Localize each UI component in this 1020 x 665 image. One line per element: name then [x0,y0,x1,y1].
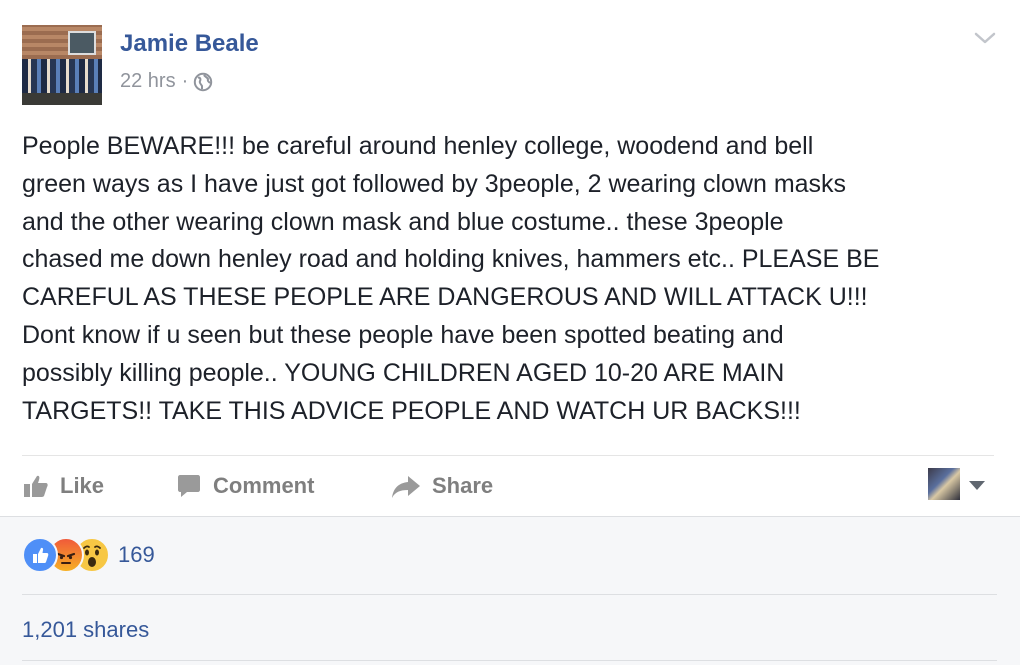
divider [22,660,997,661]
divider [22,455,994,456]
post-body: People BEWARE!!! be careful around henle… [22,128,997,430]
reaction-count[interactable]: 169 [118,542,155,568]
avatar-ground [22,93,102,105]
post-meta: 22 hrs · [120,70,213,93]
post-body-line: People BEWARE!!! be careful around henle… [22,132,814,160]
comment-label: Comment [213,473,315,498]
page-selector-avatar[interactable] [928,468,960,500]
share-arrow-icon [392,476,420,498]
divider [22,594,997,595]
thumbs-up-icon [24,475,48,497]
like-reaction-icon [22,537,58,573]
comment-button[interactable]: Comment [175,468,314,504]
post-body-line: TARGETS!! TAKE THIS ADVICE PEOPLE AND WA… [22,396,801,425]
reactions-summary[interactable]: 169 [22,537,155,573]
like-label: Like [60,473,105,498]
author-name[interactable]: Jamie Beale [120,30,259,58]
share-button[interactable]: Share [390,468,493,504]
globe-icon[interactable] [193,72,213,92]
post-body-line: Dont know if u seen but these people hav… [22,320,784,349]
comment-icon [178,475,200,497]
post-body-line: CAREFUL AS THESE PEOPLE ARE DANGEROUS AN… [22,283,868,312]
post-timestamp[interactable]: 22 hrs [120,70,176,93]
meta-separator: · [181,70,189,92]
avatar-window [68,31,96,55]
facebook-post: Jamie Beale 22 hrs · People BEWARE!!! be… [0,0,1020,665]
like-button[interactable]: Like [22,468,104,504]
post-body-line: green ways as I have just got followed b… [22,169,847,198]
caret-down-icon[interactable] [967,479,987,491]
shares-count[interactable]: 1,201 shares [22,617,149,643]
chevron-down-icon[interactable] [972,28,998,48]
post-body-line: possibly killing people.. YOUNG CHILDREN… [22,358,785,387]
post-body-line: and the other wearing clown mask and blu… [22,207,784,236]
author-avatar[interactable] [22,25,102,105]
post-body-line: chased me down henley road and holding k… [22,245,880,274]
share-label: Share [432,473,494,498]
